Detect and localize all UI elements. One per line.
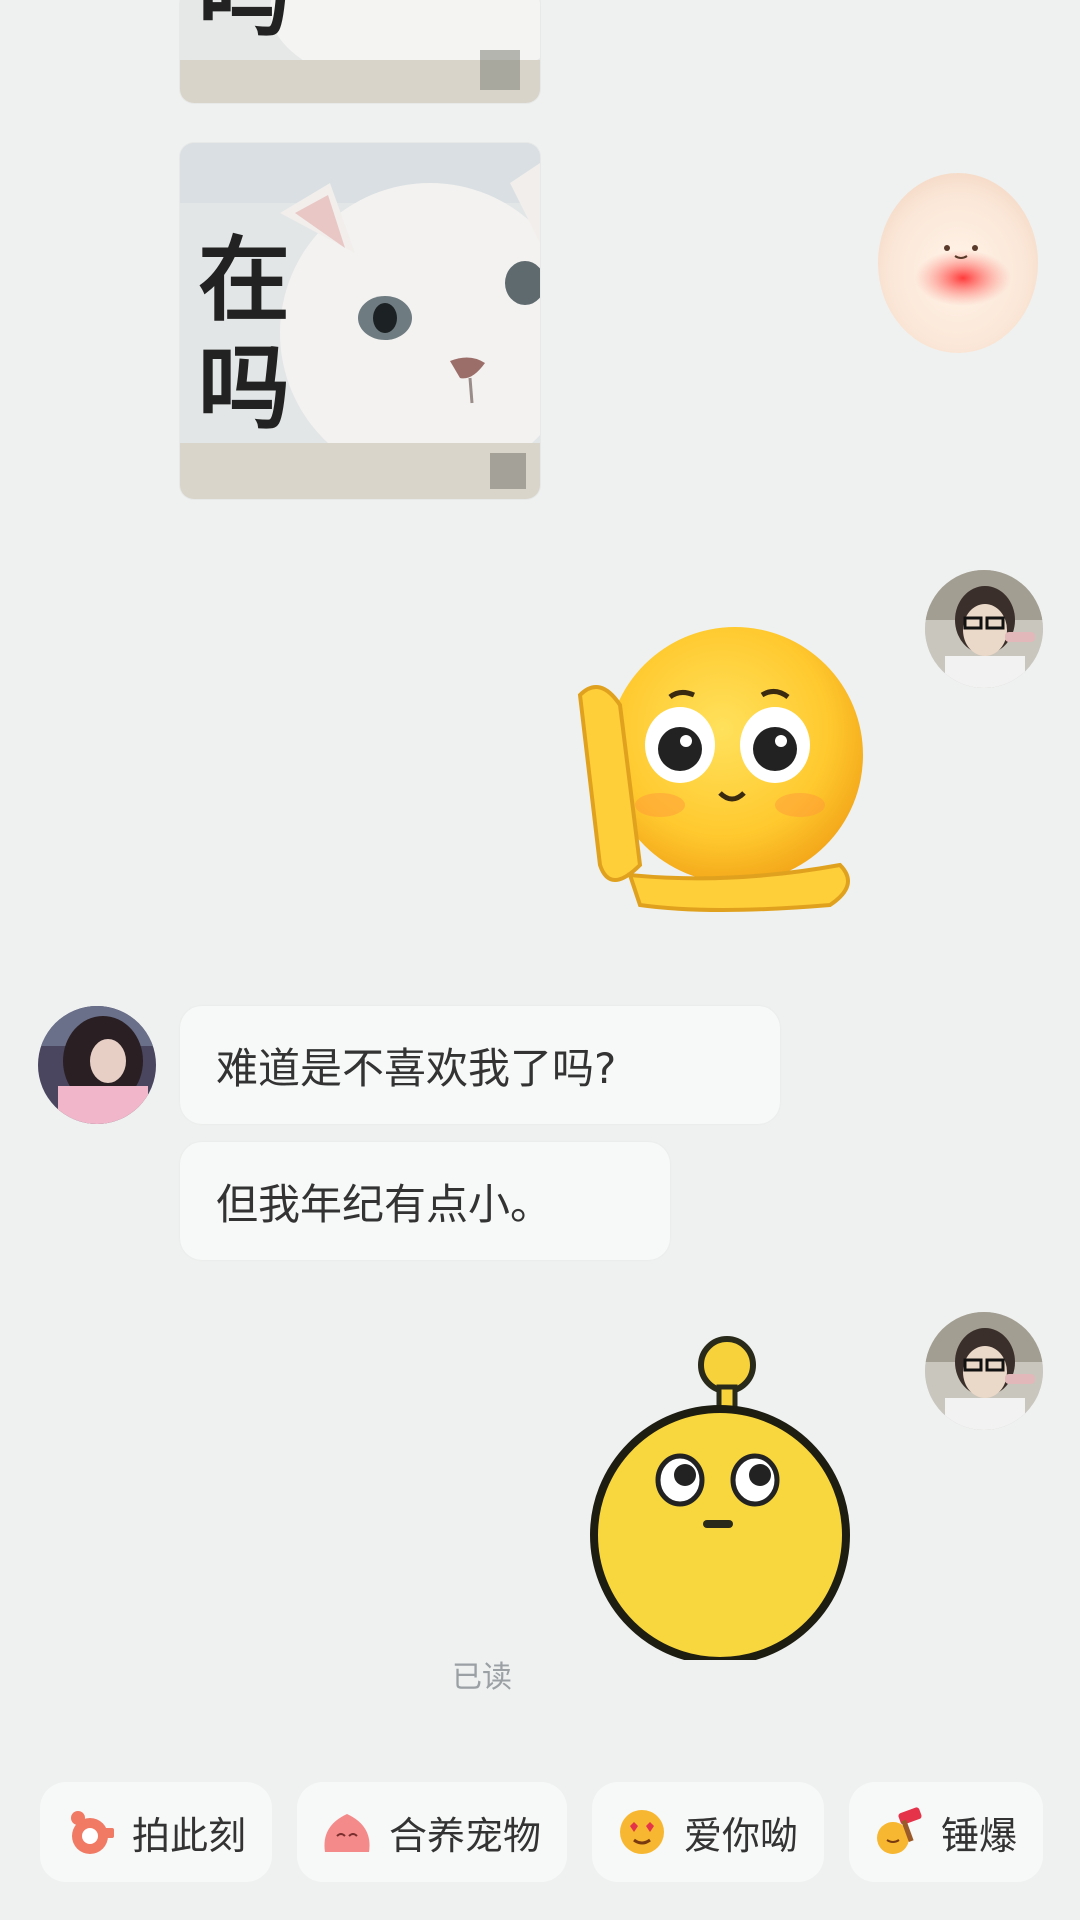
- hammer-emoji-icon: [871, 1804, 927, 1860]
- cat-sticker-text: 吗: [198, 0, 292, 42]
- cat-sticker-top[interactable]: 吗: [180, 0, 540, 103]
- message-bubble[interactable]: 难道是不喜欢我了吗?: [180, 1006, 780, 1124]
- suggestion-chip-camera[interactable]: 拍此刻: [40, 1782, 273, 1882]
- suggestion-label: 锤爆: [941, 1813, 1018, 1858]
- emoji-antenna-icon: [590, 1336, 850, 1665]
- suggestion-chip-hammer[interactable]: 锤爆: [849, 1782, 1044, 1882]
- waving-emoji-sticker[interactable]: [570, 615, 882, 915]
- avatar-image: [38, 1006, 156, 1124]
- camera-icon: [62, 1804, 118, 1860]
- egg-character-icon: [878, 173, 1038, 353]
- suggestion-label: 爱你呦: [684, 1813, 799, 1858]
- message-text: 但我年纪有点小。: [216, 1179, 553, 1229]
- avatar-image: [925, 570, 1043, 688]
- message-bubble[interactable]: 但我年纪有点小。: [180, 1142, 670, 1260]
- cat-sticker-text-line1: 在: [198, 227, 293, 334]
- suggestion-chip-love[interactable]: 爱你呦: [592, 1782, 825, 1882]
- round-emoji-sticker[interactable]: [585, 1335, 855, 1665]
- heart-eyes-emoji-icon: [614, 1804, 670, 1860]
- cat-sticker-text-line2: 吗: [198, 335, 293, 442]
- suggestion-bar: 拍此刻 合养宠物 爱你呦 锤爆: [40, 1782, 1044, 1882]
- pet-blob-icon: [319, 1804, 375, 1860]
- my-avatar[interactable]: [925, 1312, 1043, 1430]
- avatar-image: [925, 1312, 1043, 1430]
- egg-sticker[interactable]: [875, 168, 1041, 354]
- suggestion-label: 拍此刻: [132, 1813, 247, 1858]
- read-receipt: 已读: [452, 1660, 512, 1695]
- contact-avatar[interactable]: [38, 1006, 156, 1124]
- emoji-peeking-icon: [577, 627, 863, 912]
- suggestion-label: 合养宠物: [389, 1813, 542, 1858]
- cat-sticker-main[interactable]: 在 吗: [180, 143, 540, 499]
- my-avatar[interactable]: [925, 570, 1043, 688]
- message-text: 难道是不喜欢我了吗?: [216, 1043, 617, 1093]
- suggestion-chip-pet[interactable]: 合养宠物: [297, 1782, 568, 1882]
